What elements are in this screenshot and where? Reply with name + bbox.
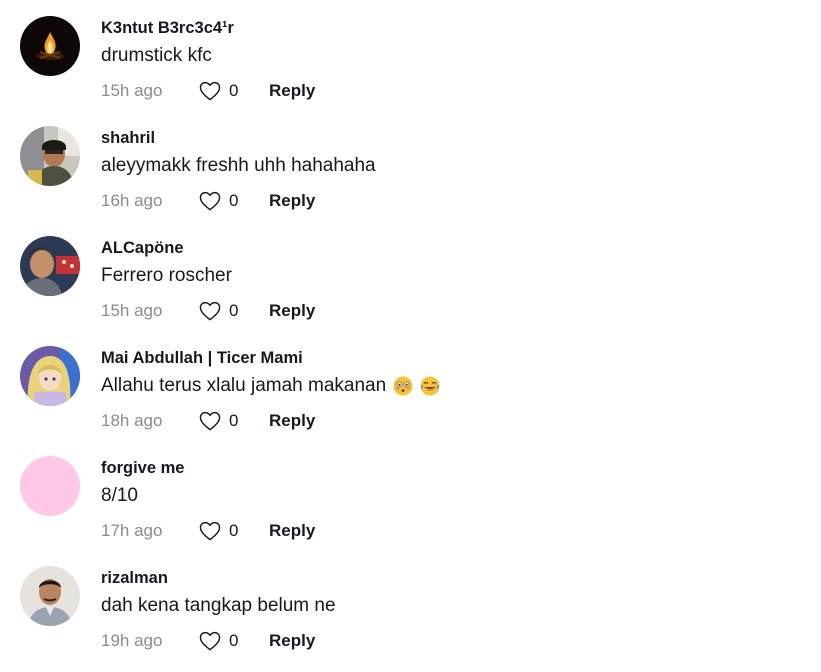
comment-text-content: Allahu terus xlalu jamah makanan (101, 375, 387, 396)
comment-meta: 19h ago 0 Reply (101, 629, 315, 653)
comment-meta: 15h ago 0 Reply (101, 79, 315, 103)
reply-button[interactable]: Reply (269, 411, 315, 431)
comment-text: Ferrero roscher (101, 265, 232, 287)
like-button[interactable]: 0 (199, 411, 269, 431)
timestamp: 16h ago (101, 191, 163, 210)
reply-button[interactable]: Reply (269, 521, 315, 541)
comment-text-content: dah kena tangkap belum ne (101, 595, 336, 616)
timestamp: 15h ago (101, 301, 163, 320)
timestamp: 18h ago (101, 411, 163, 430)
comment-text-content: drumstick kfc (101, 45, 212, 66)
heart-icon[interactable] (199, 521, 221, 541)
comment-text-content: Ferrero roscher (101, 265, 232, 286)
comment-text: aleyymakk freshh uhh hahahaha (101, 155, 376, 177)
anime-girl-avatar-icon (20, 346, 80, 406)
man-night-street-avatar-icon (20, 236, 80, 296)
like-count: 0 (229, 191, 239, 210)
heart-icon[interactable] (199, 411, 221, 431)
like-button[interactable]: 0 (199, 301, 269, 321)
like-count: 0 (229, 81, 239, 100)
man-photo-avatar-icon (20, 126, 80, 186)
like-count: 0 (229, 631, 239, 650)
pink-blank-avatar-icon (20, 456, 80, 516)
avatar[interactable] (20, 346, 80, 406)
comment-item: ALCapöne Ferrero roscher 15h ago 0 Reply (20, 236, 800, 336)
reply-button[interactable]: Reply (269, 81, 315, 101)
like-count: 0 (229, 521, 239, 540)
comment-meta: 15h ago 0 Reply (101, 299, 315, 323)
flushed-face-emoji-icon (393, 376, 413, 396)
username[interactable]: forgive me (101, 459, 184, 478)
timestamp: 17h ago (101, 521, 163, 540)
heart-icon[interactable] (199, 81, 221, 101)
comment-meta: 17h ago 0 Reply (101, 519, 315, 543)
man-portrait-avatar-icon (20, 566, 80, 626)
reply-button[interactable]: Reply (269, 191, 315, 211)
like-button[interactable]: 0 (199, 191, 269, 211)
heart-icon[interactable] (199, 191, 221, 211)
username[interactable]: K3ntut B3rc3c4¹r (101, 19, 234, 38)
heart-icon[interactable] (199, 631, 221, 651)
username[interactable]: Mai Abdullah | Ticer Mami (101, 349, 303, 368)
reply-button[interactable]: Reply (269, 631, 315, 651)
avatar[interactable] (20, 456, 80, 516)
avatar[interactable] (20, 566, 80, 626)
avatar[interactable] (20, 16, 80, 76)
comment-text: dah kena tangkap belum ne (101, 595, 336, 617)
comment-item: shahril aleyymakk freshh uhh hahahaha 16… (20, 126, 800, 226)
like-button[interactable]: 0 (199, 521, 269, 541)
like-count: 0 (229, 301, 239, 320)
comment-item: rizalman dah kena tangkap belum ne 19h a… (20, 566, 800, 666)
username[interactable]: ALCapöne (101, 239, 184, 258)
comment-text-content: 8/10 (101, 485, 138, 506)
timestamp: 15h ago (101, 81, 163, 100)
like-count: 0 (229, 411, 239, 430)
like-button[interactable]: 0 (199, 81, 269, 101)
comment-meta: 16h ago 0 Reply (101, 189, 315, 213)
comment-item: K3ntut B3rc3c4¹r drumstick kfc 15h ago 0… (20, 16, 800, 116)
comment-meta: 18h ago 0 Reply (101, 409, 315, 433)
username[interactable]: shahril (101, 129, 155, 148)
comment-text-content: aleyymakk freshh uhh hahahaha (101, 155, 376, 176)
avatar[interactable] (20, 236, 80, 296)
username[interactable]: rizalman (101, 569, 168, 588)
avatar[interactable] (20, 126, 80, 186)
like-button[interactable]: 0 (199, 631, 269, 651)
tears-of-joy-emoji-icon (420, 376, 440, 396)
comment-text: drumstick kfc (101, 45, 212, 67)
campfire-avatar-icon (20, 16, 80, 76)
timestamp: 19h ago (101, 631, 163, 650)
comment-text: 8/10 (101, 485, 138, 507)
comment-text: Allahu terus xlalu jamah makanan (101, 375, 440, 397)
heart-icon[interactable] (199, 301, 221, 321)
comment-item: forgive me 8/10 17h ago 0 Reply (20, 456, 800, 556)
reply-button[interactable]: Reply (269, 301, 315, 321)
comment-item: Mai Abdullah | Ticer Mami Allahu terus x… (20, 346, 800, 446)
